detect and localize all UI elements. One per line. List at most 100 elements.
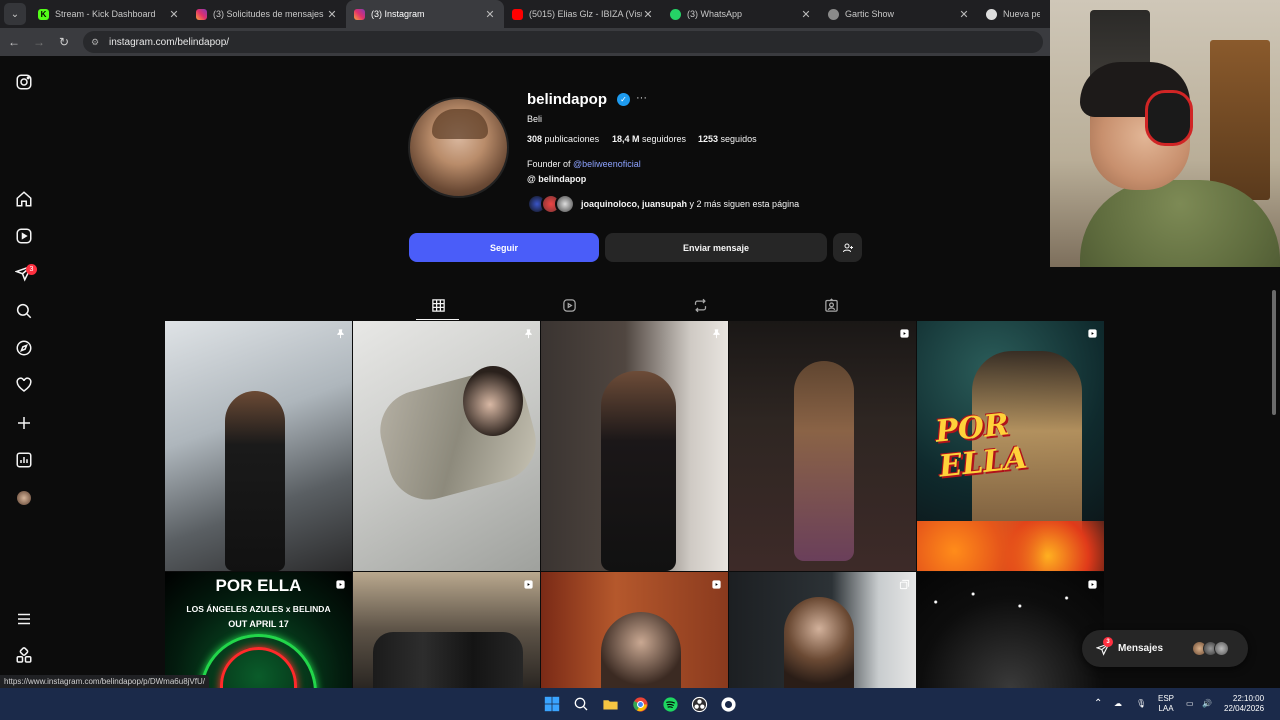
webcam-overlay: [1050, 0, 1280, 267]
pin-icon: [522, 327, 534, 339]
close-tab-icon[interactable]: ✕: [484, 8, 496, 21]
send-message-button[interactable]: Enviar mensaje: [605, 233, 827, 262]
language-indicator[interactable]: ESP LAA: [1158, 688, 1174, 720]
follow-button[interactable]: Seguir: [409, 233, 599, 262]
post-face: [463, 366, 523, 436]
messages-pill[interactable]: 3 Mensajes: [1082, 630, 1248, 667]
browser-toolbar: ← → ↻ ⚙ instagram.com/belindapop/: [0, 28, 1050, 56]
profile-avatar[interactable]: [14, 488, 34, 508]
post-thumbnail[interactable]: [353, 321, 540, 571]
post-thumbnail[interactable]: [353, 572, 540, 688]
messages-badge: 3: [26, 264, 37, 275]
instagram-logo-icon[interactable]: [14, 72, 34, 92]
search-icon[interactable]: [14, 301, 34, 321]
microphone-icon[interactable]: 🎙: [1136, 688, 1146, 720]
reposts-icon[interactable]: [691, 296, 709, 314]
windows-taskbar: ⌃ ☁ 🎙 ESP LAA ▭ 🔊 22:10:00 22/04/2026: [0, 688, 1280, 720]
active-tab-indicator: [416, 319, 459, 320]
network-icon[interactable]: ▭: [1186, 688, 1194, 720]
home-icon[interactable]: [14, 189, 34, 209]
tab-title: (3) Instagram: [371, 9, 425, 19]
dashboard-icon[interactable]: [14, 450, 34, 470]
forward-icon[interactable]: →: [28, 35, 50, 49]
browser-tab[interactable]: Nueva pestaña: [978, 0, 1048, 28]
reels-tab-icon[interactable]: [560, 296, 578, 314]
search-icon[interactable]: [571, 694, 591, 714]
notifications-heart-icon[interactable]: [14, 375, 34, 395]
close-tab-icon[interactable]: ✕: [326, 8, 338, 21]
post-thumbnail[interactable]: POR ELLA: [917, 321, 1104, 571]
app-icon[interactable]: [718, 694, 738, 714]
post-thumbnail[interactable]: POR ELLA LOS ÁNGELES AZULES x BELINDA OU…: [165, 572, 352, 688]
follower-avatar: [555, 194, 575, 214]
profile-avatar-large[interactable]: [408, 97, 509, 198]
post-figure: [225, 391, 285, 571]
clock[interactable]: 22:10:00 22/04/2026: [1224, 688, 1264, 720]
close-tab-icon[interactable]: ✕: [800, 8, 812, 21]
threads-link[interactable]: @ belindapop: [527, 174, 586, 184]
file-explorer-icon[interactable]: [600, 694, 620, 714]
tab-title: Stream - Kick Dashboard: [55, 9, 156, 19]
followers-count-label: seguidores: [642, 134, 687, 144]
reels-icon[interactable]: [14, 226, 34, 246]
post-thumbnail[interactable]: [729, 572, 916, 688]
post-thumbnail[interactable]: [165, 321, 352, 571]
more-menu-icon[interactable]: [14, 609, 34, 629]
close-tab-icon[interactable]: ✕: [168, 8, 180, 21]
bio-mention-link[interactable]: @beliweenoficial: [573, 159, 641, 169]
suggested-accounts-button[interactable]: [833, 233, 862, 262]
also-from-meta-icon[interactable]: [14, 646, 34, 666]
spotify-icon[interactable]: [660, 694, 680, 714]
page-scrollbar[interactable]: [1272, 290, 1276, 415]
clock-time: 22:10:00: [1232, 694, 1265, 703]
reel-icon: [1086, 327, 1098, 339]
create-plus-icon[interactable]: [14, 413, 34, 433]
site-info-icon[interactable]: ⚙: [91, 37, 101, 47]
followed-by-row[interactable]: joaquinoloco, juansupah y 2 más siguen e…: [527, 193, 799, 215]
chrome-icon[interactable]: [630, 694, 650, 714]
reload-icon[interactable]: ↻: [53, 35, 75, 49]
tagged-icon[interactable]: [822, 296, 840, 314]
pin-icon: [710, 327, 722, 339]
onedrive-icon[interactable]: ☁: [1114, 688, 1122, 720]
browser-tab[interactable]: K Stream - Kick Dashboard ✕: [30, 0, 188, 28]
tab-search-icon[interactable]: ⌄: [4, 3, 26, 25]
post-poster-title: POR ELLA: [215, 576, 302, 595]
back-icon[interactable]: ←: [3, 35, 25, 49]
chat-avatar: [1214, 641, 1229, 656]
windows-start-icon[interactable]: [542, 694, 562, 714]
chrome-favicon-icon: [986, 8, 997, 20]
post-thumbnail[interactable]: [917, 572, 1104, 688]
address-bar[interactable]: ⚙ instagram.com/belindapop/: [83, 31, 1043, 53]
whatsapp-favicon-icon: [670, 8, 681, 20]
followers-count[interactable]: 18,4 M seguidores: [612, 134, 686, 144]
browser-tab-active[interactable]: (3) Instagram ✕: [346, 0, 504, 28]
instagram-favicon-icon: [196, 8, 207, 20]
browser-tab[interactable]: (3) WhatsApp ✕: [662, 0, 820, 28]
volume-icon[interactable]: 🔊: [1202, 688, 1212, 720]
post-figure: [601, 371, 676, 571]
more-options-icon[interactable]: ···: [636, 92, 647, 104]
posts-count: 308 publicaciones: [527, 134, 599, 144]
instagram-sidebar: 3: [0, 58, 48, 688]
post-flowers: [917, 521, 1104, 571]
tray-overflow-icon[interactable]: ⌃: [1094, 688, 1102, 720]
post-poster-date: OUT APRIL 17: [228, 619, 289, 629]
posts-grid-icon[interactable]: [429, 296, 447, 314]
tab-title: Gartic Show: [845, 9, 895, 19]
post-thumbnail[interactable]: [541, 321, 728, 571]
explore-icon[interactable]: [14, 338, 34, 358]
post-stage-lights: [917, 582, 1104, 622]
close-tab-icon[interactable]: ✕: [642, 8, 654, 21]
browser-tab[interactable]: (5015) Elias Glz - IBIZA (Visualiz ✕: [504, 0, 662, 28]
post-thumbnail[interactable]: [541, 572, 728, 688]
tab-title: (3) WhatsApp: [687, 9, 743, 19]
following-count[interactable]: 1253 seguidos: [698, 134, 757, 144]
followed-by-suffix: y 2 más siguen esta página: [687, 199, 800, 209]
close-tab-icon[interactable]: ✕: [958, 8, 970, 21]
browser-tab[interactable]: (3) Solicitudes de mensajes • M ✕: [188, 0, 346, 28]
obs-icon[interactable]: [689, 694, 709, 714]
post-thumbnail[interactable]: [729, 321, 916, 571]
add-person-icon: [842, 243, 853, 252]
browser-tab[interactable]: Gartic Show ✕: [820, 0, 978, 28]
